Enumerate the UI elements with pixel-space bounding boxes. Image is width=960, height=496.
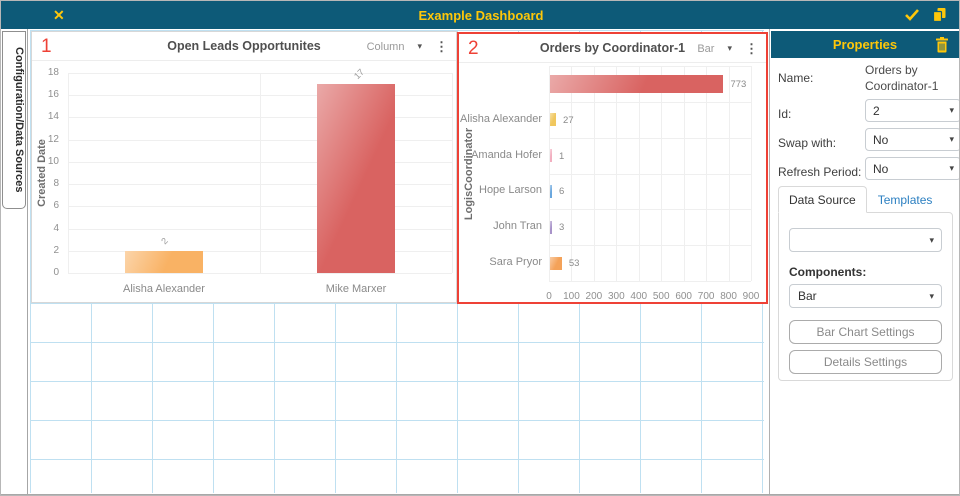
- column-bar-Alisha Alexander: [125, 251, 203, 273]
- x-axis-title: Salesperson: [68, 301, 452, 302]
- h-gridline: [549, 209, 751, 210]
- dashboard-designer-window: ✕ Example Dashboard Configuration/Data S…: [0, 0, 960, 496]
- title-bar: ✕ Example Dashboard: [1, 1, 960, 29]
- properties-title: Properties: [833, 37, 897, 52]
- y-axis-tick-label: 14: [32, 111, 59, 122]
- x-category-label: Mike Marxer: [286, 283, 426, 295]
- kebab-menu-icon[interactable]: ⋮: [435, 39, 448, 55]
- refresh-field-row: Refresh Period: No ▾: [778, 163, 953, 181]
- y-axis-tick-label: 18: [32, 67, 59, 78]
- h-gridline: [549, 66, 751, 67]
- data-label: 2: [159, 235, 170, 246]
- bar-chart-plot: 010020030040050060070080090077327Alisha …: [459, 63, 766, 302]
- y-axis-tick-label: 16: [32, 89, 59, 100]
- y-axis-title: Created Date: [36, 139, 48, 207]
- chevron-down-icon[interactable]: ▾: [727, 43, 732, 54]
- chevron-down-icon: ▾: [949, 163, 954, 174]
- chart-panel-1[interactable]: 1 Open Leads Opportunites Column ▾ ⋮ 0 2 4…: [31, 31, 457, 303]
- y-axis-tick-label: 2: [32, 245, 59, 256]
- properties-header: Properties: [771, 31, 959, 58]
- details-settings-button[interactable]: Details Settings: [789, 350, 942, 374]
- components-label: Components:: [789, 265, 942, 279]
- v-gridline: [68, 73, 69, 273]
- panel-number-badge: 2: [468, 38, 479, 60]
- panel-number-badge: 1: [41, 36, 52, 58]
- refresh-period-select[interactable]: No ▾: [865, 157, 960, 180]
- chart-type-select[interactable]: Column: [367, 41, 405, 53]
- y-category-label: John Tran: [459, 220, 542, 232]
- swap-field-row: Swap with: No ▾: [778, 134, 953, 152]
- h-bar-Alisha Alexander: [550, 113, 556, 126]
- data-label: 53: [569, 258, 580, 269]
- bar-chart-settings-button[interactable]: Bar Chart Settings: [789, 320, 942, 344]
- y-axis-title: LogisCoordinator: [463, 127, 475, 219]
- chevron-down-icon: ▾: [929, 291, 934, 302]
- x-category-label: Alisha Alexander: [94, 283, 234, 295]
- h-gridline: [549, 281, 751, 282]
- kebab-menu-icon[interactable]: ⋮: [745, 41, 758, 57]
- window-title: Example Dashboard: [1, 8, 960, 23]
- name-value: Orders by Coordinator-1: [865, 62, 960, 94]
- h-bar-John Tran: [550, 221, 552, 234]
- name-label: Name:: [778, 71, 813, 85]
- y-category-label: Sara Pryor: [459, 256, 542, 268]
- chart-panel-2-selected[interactable]: 2 Orders by Coordinator-1 Bar ▾ ⋮ 010020…: [457, 32, 768, 304]
- v-gridline: [260, 73, 261, 273]
- chart-type-select[interactable]: Bar: [697, 43, 714, 55]
- sidebar-tab-configuration-data-sources[interactable]: Configuration/Data Sources: [2, 31, 26, 209]
- data-label: 3: [559, 222, 564, 233]
- panel-header: Open Leads Opportunites Column ▾ ⋮: [32, 32, 456, 61]
- swap-with-select[interactable]: No ▾: [865, 128, 960, 151]
- x-axis-tick-label: 900: [736, 291, 766, 302]
- copy-icon[interactable]: [932, 7, 947, 23]
- id-label: Id:: [778, 107, 791, 121]
- h-gridline: [549, 138, 751, 139]
- trash-icon[interactable]: [935, 37, 949, 53]
- close-icon[interactable]: ✕: [53, 1, 65, 29]
- main-body: Configuration/Data Sources 1 Open Leads …: [1, 29, 960, 496]
- h-bar-Amanda Hofer: [550, 149, 552, 162]
- h-bar-Hope Larson: [550, 185, 552, 198]
- chevron-down-icon: ▾: [949, 105, 954, 116]
- h-gridline: [549, 245, 751, 246]
- v-gridline: [452, 73, 453, 273]
- h-gridline: [68, 273, 452, 274]
- y-category-label: Alisha Alexander: [459, 113, 542, 125]
- data-label: 27: [563, 115, 574, 126]
- h-bar-Sara Pryor: [550, 257, 562, 270]
- column-bar-Mike Marxer: [317, 84, 395, 273]
- data-source-select[interactable]: ▾: [789, 228, 942, 252]
- name-field-row: Name: Orders by Coordinator-1: [778, 69, 953, 87]
- components-select[interactable]: Bar ▾: [789, 284, 942, 308]
- column-chart-plot: 0246810121416182Alisha Alexander17Mike M…: [32, 61, 456, 302]
- data-label: 1: [559, 151, 564, 162]
- confirm-check-icon[interactable]: [904, 8, 920, 22]
- chevron-down-icon: ▾: [929, 235, 934, 246]
- chevron-down-icon[interactable]: ▾: [417, 41, 422, 52]
- data-source-tab-panel: ▾ Components: Bar ▾ Bar Chart Settings D…: [778, 212, 953, 381]
- y-axis-tick-label: 4: [32, 223, 59, 234]
- swap-with-label: Swap with:: [778, 136, 836, 150]
- properties-tabs: Data Source Templates: [778, 186, 943, 213]
- tab-templates[interactable]: Templates: [867, 186, 944, 213]
- tab-data-source[interactable]: Data Source: [778, 186, 867, 213]
- h-bar-row0: [550, 75, 723, 93]
- data-label: 6: [559, 186, 564, 197]
- y-axis-tick-label: 0: [32, 267, 59, 278]
- h-gridline: [549, 102, 751, 103]
- panel-header: Orders by Coordinator-1 Bar ▾ ⋮: [459, 34, 766, 63]
- id-field-row: Id: 2 ▾: [778, 105, 953, 123]
- data-label: 773: [730, 79, 746, 90]
- h-gridline: [549, 174, 751, 175]
- data-label: 17: [352, 67, 366, 81]
- properties-panel: Properties Name: Orders by Coordinator-1…: [770, 29, 960, 494]
- id-select[interactable]: 2 ▾: [865, 99, 960, 122]
- refresh-period-label: Refresh Period:: [778, 165, 861, 179]
- dashboard-canvas[interactable]: 1 Open Leads Opportunites Column ▾ ⋮ 0 2 4…: [29, 29, 770, 494]
- chevron-down-icon: ▾: [949, 134, 954, 145]
- v-gridline: [751, 66, 752, 281]
